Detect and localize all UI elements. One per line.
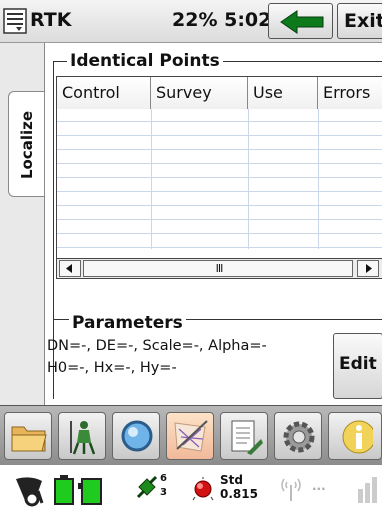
table-row[interactable]: [57, 165, 382, 178]
radio-signal-icon[interactable]: [278, 475, 304, 507]
battery-icon-2[interactable]: [78, 475, 102, 509]
localize-panel: Identical Points Control Survey Use Erro…: [44, 43, 382, 405]
column-header-use[interactable]: Use: [248, 77, 318, 109]
tab-localize-label: Localize: [18, 110, 36, 180]
table-row[interactable]: [57, 193, 382, 206]
tool-files[interactable]: [4, 412, 52, 460]
back-button[interactable]: [268, 3, 333, 39]
fix-status-icon[interactable]: [192, 477, 214, 505]
table-row[interactable]: [57, 235, 382, 248]
column-header-control[interactable]: Control: [57, 77, 151, 109]
magnifier-icon: [121, 420, 153, 452]
tool-notes[interactable]: [220, 412, 268, 460]
scroll-right-button[interactable]: [357, 260, 379, 277]
signal-bars-icon[interactable]: [358, 475, 378, 509]
tool-settings[interactable]: [274, 412, 322, 460]
parameters-line-1: DN=-, DE=-, Scale=-, Alpha=-: [47, 338, 267, 354]
tab-localize[interactable]: Localize: [8, 91, 44, 197]
surveyor-icon: [70, 421, 96, 455]
gear-icon: [283, 421, 315, 453]
scroll-left-button[interactable]: [59, 260, 81, 277]
sats-tracked: 6: [160, 473, 167, 484]
column-divider: [151, 109, 152, 249]
main-toolbar: [0, 405, 382, 465]
table-row[interactable]: [57, 123, 382, 136]
gps-receiver-icon[interactable]: [12, 473, 46, 511]
start-menu-icon[interactable]: [3, 8, 27, 34]
parameters-line-2: H0=-, Hx=-, Hy=-: [47, 360, 177, 376]
side-tab-strip: Localize: [0, 43, 44, 405]
tool-survey[interactable]: [58, 412, 106, 460]
column-header-errors[interactable]: Errors: [318, 77, 382, 109]
table-header: Control Survey Use Errors: [57, 77, 382, 109]
identical-points-table[interactable]: Control Survey Use Errors III: [56, 76, 382, 279]
map-tools-icon: [174, 420, 208, 452]
precision-label: Std: [220, 473, 243, 487]
table-row[interactable]: [57, 137, 382, 150]
title-bar: RTK 22% 5:02 Exit: [0, 0, 382, 43]
scroll-grip: III: [215, 262, 224, 275]
scroll-thumb[interactable]: III: [83, 260, 353, 277]
sats-used: 3: [160, 487, 167, 498]
tool-view[interactable]: [112, 412, 160, 460]
table-row[interactable]: [57, 207, 382, 220]
edit-button[interactable]: Edit: [333, 333, 382, 399]
column-divider: [318, 109, 319, 249]
precision-value: 0.815: [220, 487, 258, 501]
tool-info[interactable]: [328, 412, 382, 460]
notebook-icon: [231, 420, 263, 455]
back-arrow-icon: [280, 10, 324, 34]
column-divider: [248, 109, 249, 249]
parameters-title: Parameters: [69, 313, 186, 333]
battery-time-status: 22% 5:02: [172, 9, 272, 31]
horizontal-scrollbar[interactable]: III: [57, 258, 382, 278]
folder-icon: [11, 426, 47, 452]
table-row[interactable]: [57, 179, 382, 192]
column-header-survey[interactable]: Survey: [151, 77, 248, 109]
table-row[interactable]: [57, 151, 382, 164]
table-row[interactable]: [57, 221, 382, 234]
status-bar: 6 3 Std 0.815 ...: [0, 465, 382, 515]
identical-points-title: Identical Points: [67, 51, 223, 71]
arrow-right-icon: [366, 264, 372, 273]
app-mode-label: RTK: [30, 9, 72, 31]
arrow-left-icon: [66, 264, 72, 273]
info-icon: [342, 420, 373, 454]
table-row[interactable]: [57, 109, 382, 122]
exit-button[interactable]: Exit: [337, 3, 382, 39]
tool-cogo[interactable]: [166, 412, 214, 460]
battery-icon[interactable]: [54, 475, 74, 509]
satellite-icon[interactable]: [136, 473, 158, 507]
more-dots: ...: [312, 479, 326, 493]
